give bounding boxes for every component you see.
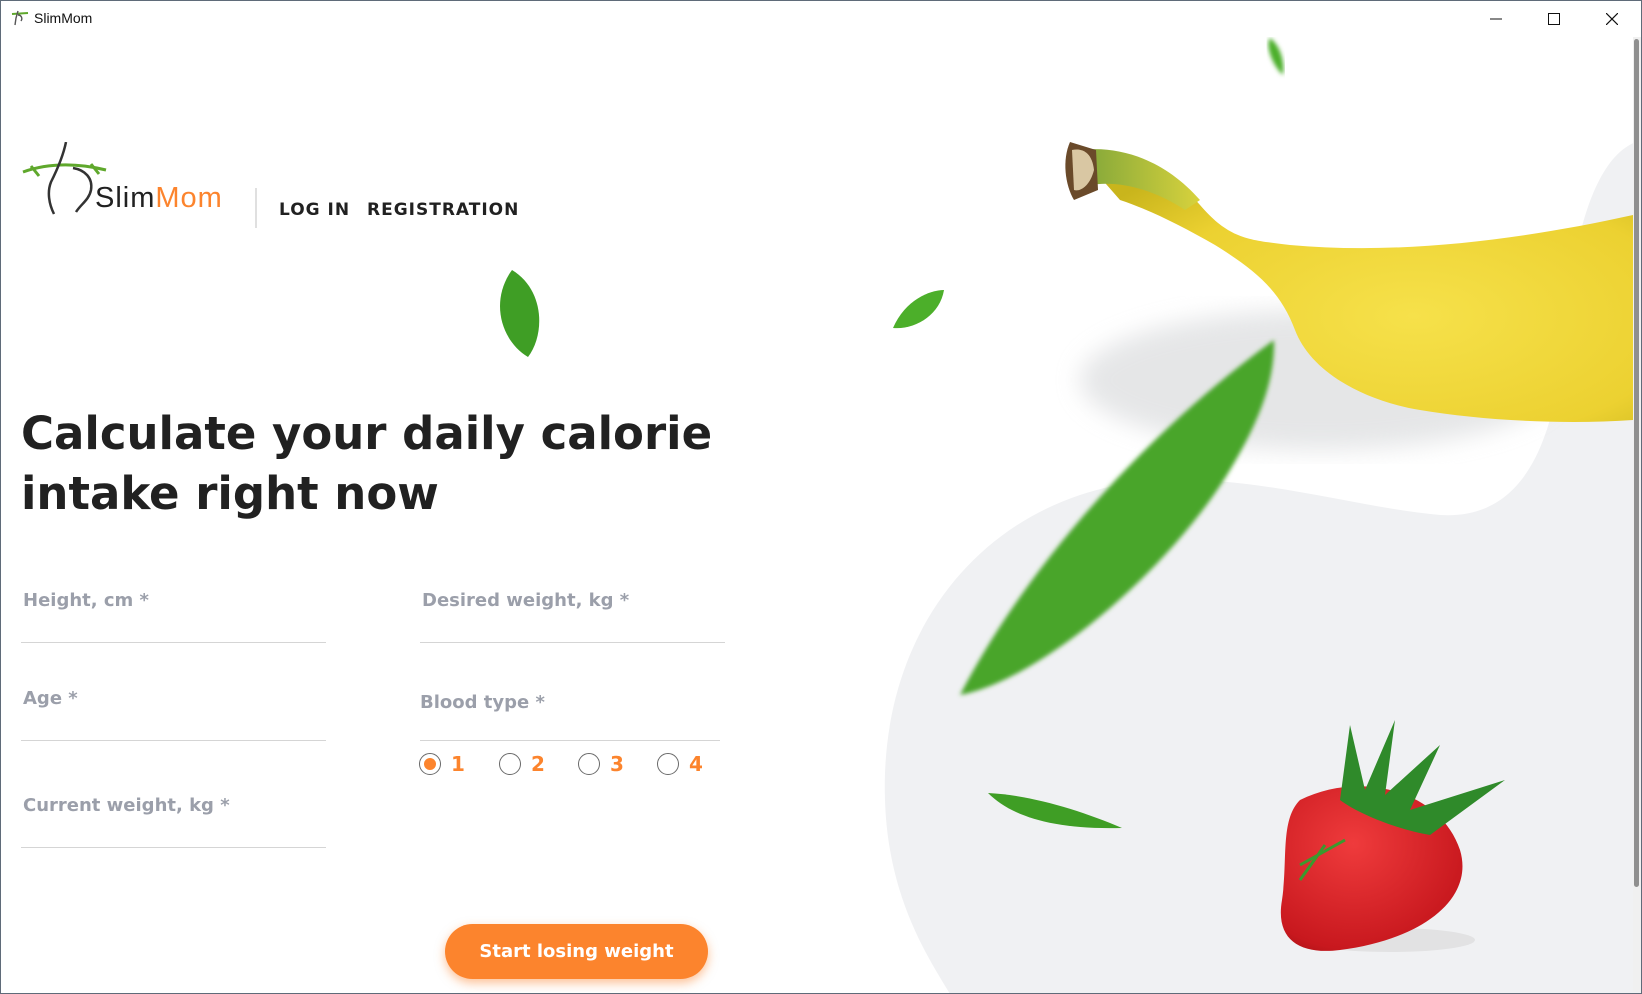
app-icon	[11, 10, 29, 26]
nav-login-link[interactable]: LOG IN	[279, 200, 350, 220]
minimize-button[interactable]	[1467, 0, 1525, 37]
logo-slim: Slim	[95, 182, 156, 214]
app-window: SlimMom SlimMom LOG IN REGISTRATION Calc…	[0, 0, 1642, 994]
close-icon	[1606, 12, 1618, 25]
logo[interactable]: SlimMom	[21, 142, 236, 222]
scrollbar-thumb[interactable]	[1634, 39, 1639, 887]
vertical-scrollbar[interactable]	[1633, 37, 1641, 992]
close-button[interactable]	[1583, 0, 1641, 37]
logo-mom: Mom	[155, 182, 223, 214]
nav-registration-link[interactable]: REGISTRATION	[367, 200, 519, 220]
logo-text: SlimMom	[95, 182, 223, 215]
window-title: SlimMom	[34, 10, 93, 26]
maximize-icon	[1548, 12, 1560, 25]
nav-divider	[255, 188, 257, 228]
maximize-button[interactable]	[1525, 0, 1583, 37]
minimize-icon	[1490, 18, 1502, 19]
header: SlimMom LOG IN REGISTRATION	[0, 37, 1000, 237]
title-bar: SlimMom	[0, 0, 1642, 37]
